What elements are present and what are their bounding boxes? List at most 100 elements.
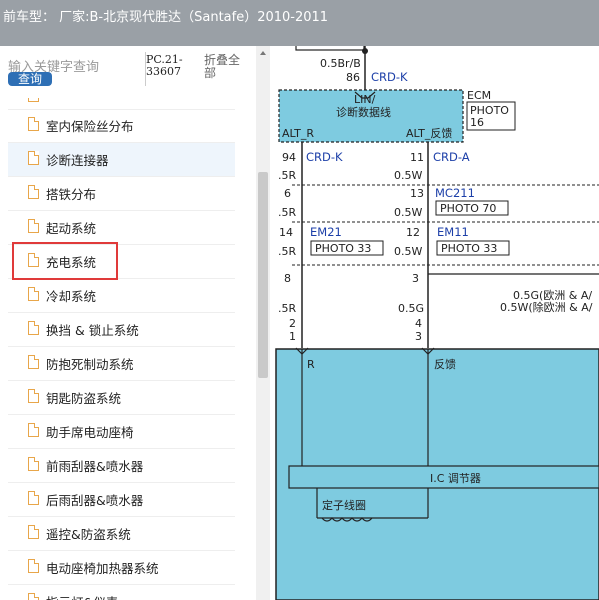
pin-12: 12 <box>406 226 420 239</box>
tree-item-label: 后雨刮器&喷水器 <box>46 493 144 508</box>
r5-label-4: .5R <box>278 302 296 315</box>
photo-33-a: PHOTO 33 <box>315 242 371 255</box>
r5-label-1: .5R <box>278 169 296 182</box>
tree-item-label: 冷却系统 <box>46 289 97 304</box>
tree-item[interactable]: 钥匙防盗系统 <box>8 381 235 415</box>
crd-k-top: CRD-K <box>371 70 408 84</box>
tree-item-label: 钥匙防盗系统 <box>46 391 122 406</box>
wiring-diagram[interactable]: 0.5Br/B 86 CRD-K LIN/ 诊断数据线 ALT_R ALT_反馈… <box>270 46 599 600</box>
document-icon <box>28 151 39 165</box>
tree-item[interactable]: 电动座椅加热器系统 <box>8 551 235 585</box>
r-label: R <box>307 358 315 371</box>
tree-item[interactable]: 室内保险丝分布 <box>8 109 235 143</box>
tree-item-label: 遥控&防盗系统 <box>46 527 131 542</box>
lin-label: LIN/ <box>354 93 376 106</box>
top-box <box>295 46 365 51</box>
r5-label-3: .5R <box>278 245 296 258</box>
tree-item[interactable]: 前雨刮器&喷水器 <box>8 449 235 483</box>
stator-label: 定子线圈 <box>322 498 366 512</box>
em21: EM21 <box>310 225 342 239</box>
tree-item[interactable]: 后雨刮器&喷水器 <box>8 483 235 517</box>
document-icon <box>28 457 39 471</box>
tree-item[interactable]: 冷却系统 <box>8 279 235 313</box>
selection-highlight-box <box>12 242 118 280</box>
search-input[interactable]: 输入关键字查询 <box>8 56 138 75</box>
tree-item-label: 电动座椅加热器系统 <box>46 561 159 576</box>
document-icon <box>28 491 39 505</box>
document-icon <box>28 185 39 199</box>
pin-1: 1 <box>289 330 296 343</box>
pin-6: 6 <box>284 187 291 200</box>
diagram-canvas: 0.5Br/B 86 CRD-K LIN/ 诊断数据线 ALT_R ALT_反馈… <box>275 46 599 600</box>
pin-3a: 3 <box>412 272 419 285</box>
w05-label-3: 0.5W <box>394 245 422 258</box>
fold-all-button[interactable]: 折叠全部 <box>204 54 248 80</box>
tree-item[interactable]: 防抱死制动系统 <box>8 347 235 381</box>
document-icon <box>28 559 39 573</box>
splice-dot <box>362 48 368 54</box>
tree-item-label: 防抱死制动系统 <box>46 357 134 372</box>
g05-label: 0.5G <box>398 302 424 315</box>
pin-13: 13 <box>410 187 424 200</box>
tree-item-label: 前雨刮器&喷水器 <box>46 459 144 474</box>
tree-item-label: 指示灯&仪表 <box>46 592 118 600</box>
wire-top-label: 0.5Br/B <box>320 57 361 70</box>
fb-label: 反馈 <box>434 358 456 371</box>
alt-r-label: ALT_R <box>282 127 314 140</box>
w05-label-1: 0.5W <box>394 169 422 182</box>
tree-item[interactable]: 指示灯&仪表 <box>8 585 235 600</box>
ecm-label: ECM <box>467 89 491 102</box>
photo-33-b: PHOTO 33 <box>441 242 497 255</box>
pin-4: 4 <box>415 317 422 330</box>
note-2: 0.5W(除欧洲 & A/ <box>500 300 593 314</box>
photo-70: PHOTO 70 <box>440 202 496 215</box>
document-icon <box>28 593 39 600</box>
pin-14: 14 <box>279 226 293 239</box>
pin-94: 94 <box>282 151 296 164</box>
document-icon <box>28 355 39 369</box>
pc-code: PC.21-33607 <box>146 53 183 78</box>
tree-item[interactable]: 诊断连接器 <box>8 143 235 177</box>
scrollbar-thumb[interactable] <box>258 172 268 378</box>
title-bar: 前车型： 厂家:B-北京现代胜达（Santafe）2010-2011 <box>0 0 599 46</box>
lin-sub-label: 诊断数据线 <box>336 105 391 119</box>
alt-fb-label: ALT_反馈 <box>406 127 452 140</box>
tree-item-label: 室内保险丝分布 <box>46 119 134 134</box>
document-icon <box>28 423 39 437</box>
document-icon <box>28 321 39 335</box>
sidebar: 输入关键字查询 查询 PC.21-33607 折叠全部 室内保险丝分布 诊断连接… <box>0 46 256 600</box>
query-button[interactable]: 查询 <box>8 72 52 86</box>
document-icon <box>28 98 39 102</box>
scroll-up-icon[interactable] <box>256 46 270 60</box>
tree-item-label: 搭铁分布 <box>46 187 97 202</box>
tree-item-label: 起动系统 <box>46 221 97 236</box>
pin-2: 2 <box>289 317 296 330</box>
tree-item[interactable]: 遥控&防盗系统 <box>8 517 235 551</box>
tree-item[interactable]: 换挡 & 锁止系统 <box>8 313 235 347</box>
system-tree: 室内保险丝分布 诊断连接器 搭铁分布 起动系统 充电系统 冷却系统 换挡 & 锁… <box>0 98 248 600</box>
tree-item-label: 诊断连接器 <box>46 153 109 168</box>
document-icon <box>28 525 39 539</box>
pin-86: 86 <box>346 71 360 84</box>
pin-3b: 3 <box>415 330 422 343</box>
document-icon <box>28 117 39 131</box>
r5-label-2: .5R <box>278 206 296 219</box>
tree-item-label: 换挡 & 锁止系统 <box>46 323 139 338</box>
tree-item-label: 助手席电动座椅 <box>46 425 134 440</box>
crd-a: CRD-A <box>433 150 470 164</box>
document-icon <box>28 219 39 233</box>
document-icon <box>28 389 39 403</box>
pin-8: 8 <box>284 272 291 285</box>
mc211: MC211 <box>435 186 475 200</box>
window-title: 前车型： 厂家:B-北京现代胜达（Santafe）2010-2011 <box>3 10 329 25</box>
crd-k-left: CRD-K <box>306 150 343 164</box>
photo-16-b: 16 <box>470 116 484 129</box>
document-icon <box>28 287 39 301</box>
em11: EM11 <box>437 225 469 239</box>
tree-item[interactable]: 搭铁分布 <box>8 177 235 211</box>
tree-item[interactable]: 起动系统 <box>8 211 235 245</box>
w05-label-2: 0.5W <box>394 206 422 219</box>
ic-label: I.C 调节器 <box>430 472 481 485</box>
tree-item[interactable]: 助手席电动座椅 <box>8 415 235 449</box>
pin-11: 11 <box>410 151 424 164</box>
